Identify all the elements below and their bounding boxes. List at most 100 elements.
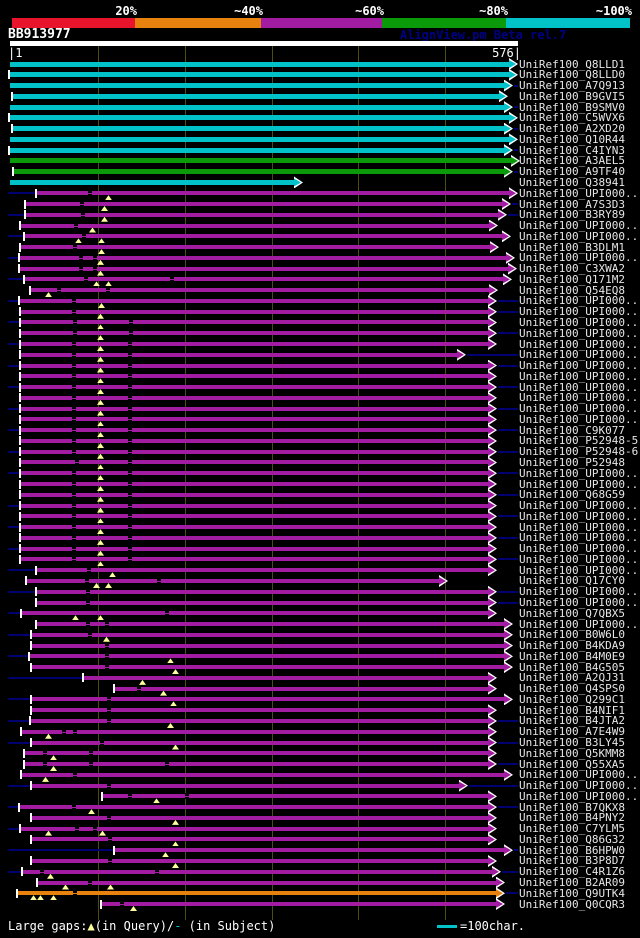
hit-bar[interactable] (21, 385, 489, 390)
hit-start-tick (24, 199, 26, 209)
hit-bar[interactable] (21, 503, 489, 508)
hit-bar[interactable] (21, 535, 489, 540)
hit-bar[interactable] (21, 245, 491, 250)
hit-bar[interactable] (10, 83, 505, 89)
hit-bar[interactable] (32, 858, 489, 863)
hit-trailing-line (508, 213, 518, 216)
hit-bar[interactable] (32, 643, 505, 648)
hit-bar[interactable] (21, 514, 489, 519)
hit-bar[interactable] (21, 482, 489, 487)
hit-bar[interactable] (115, 848, 505, 853)
hit-bar[interactable] (21, 406, 489, 411)
hit-label[interactable]: UniRef100_Q0CQR3 (519, 899, 640, 910)
hit-bar[interactable] (23, 869, 493, 874)
hit-bar[interactable] (25, 234, 503, 239)
query-gap-triangle-icon (162, 852, 169, 858)
hit-bar[interactable] (21, 363, 489, 368)
hit-bar[interactable] (32, 632, 505, 637)
hit-leading-line (8, 698, 32, 701)
hit-start-tick (19, 339, 21, 349)
hit-bar[interactable] (22, 729, 489, 734)
hit-trailing-line (498, 299, 518, 302)
hsp-break-line (72, 344, 76, 346)
hit-bar[interactable] (32, 837, 489, 842)
legend-subject-text: (in Subject) (181, 919, 276, 933)
hit-bar[interactable] (21, 826, 489, 831)
hit-start-tick (19, 490, 21, 500)
hit-bar[interactable] (22, 611, 489, 616)
scale-segment-~60% (261, 18, 382, 28)
hit-bar[interactable] (37, 589, 489, 594)
hit-bar[interactable] (20, 805, 489, 810)
hit-bar[interactable] (26, 212, 499, 217)
hit-bar[interactable] (31, 718, 489, 723)
hit-bar[interactable] (21, 460, 489, 465)
hit-bar[interactable] (21, 525, 489, 530)
hit-bar[interactable] (32, 783, 460, 788)
hsp-break-line (75, 828, 79, 830)
query-gap-triangle-icon (170, 701, 177, 707)
hit-bar[interactable] (26, 202, 503, 206)
hit-bar[interactable] (21, 428, 489, 433)
hit-bar[interactable] (10, 115, 510, 121)
hit-start-tick (11, 91, 13, 101)
hit-bar[interactable] (10, 158, 512, 164)
hit-bar[interactable] (21, 417, 489, 422)
hit-bar[interactable] (37, 191, 510, 196)
hit-bar[interactable] (14, 169, 505, 175)
hit-bar[interactable] (32, 815, 489, 820)
hit-leading-line (8, 719, 31, 722)
hsp-break-line (86, 602, 90, 604)
hsp-break-line (157, 580, 161, 582)
hit-bar[interactable] (21, 223, 490, 228)
hit-bar[interactable] (84, 675, 489, 680)
hit-bar[interactable] (21, 471, 489, 476)
hsp-break-line (73, 731, 77, 733)
hit-bar[interactable] (10, 147, 505, 153)
query-gap-triangle-icon (72, 615, 79, 621)
hit-start-tick (19, 221, 21, 231)
hit-bar[interactable] (13, 126, 505, 132)
hit-bar[interactable] (32, 697, 505, 702)
hit-bar[interactable] (25, 277, 504, 282)
query-gap-triangle-icon (47, 873, 54, 879)
hit-bar[interactable] (13, 93, 500, 99)
hit-bar[interactable] (10, 179, 295, 185)
hit-bar[interactable] (32, 665, 505, 670)
hit-bar[interactable] (30, 654, 505, 659)
hit-trailing-line (498, 515, 518, 518)
hit-bar[interactable] (18, 891, 497, 896)
hit-bar[interactable] (10, 104, 505, 110)
hit-bar[interactable] (10, 61, 510, 67)
hit-bar[interactable] (22, 772, 505, 777)
hit-bar[interactable] (38, 880, 497, 885)
hit-start-tick (30, 694, 32, 704)
hit-bar[interactable] (37, 568, 489, 573)
hit-bar[interactable] (21, 557, 489, 562)
hit-bar[interactable] (25, 762, 489, 767)
hit-bar[interactable] (21, 309, 489, 314)
hsp-break-line (137, 688, 141, 690)
hit-bar[interactable] (31, 288, 490, 293)
hit-bar[interactable] (21, 395, 489, 400)
hit-bar[interactable] (25, 751, 489, 756)
hit-bar[interactable] (10, 136, 510, 142)
hit-bar[interactable] (10, 72, 510, 78)
hit-bar[interactable] (37, 600, 489, 605)
hit-bar[interactable] (21, 374, 489, 379)
hit-bar[interactable] (21, 331, 489, 336)
hit-bar[interactable] (21, 492, 489, 497)
hit-bar[interactable] (21, 438, 489, 443)
hit-bar[interactable] (21, 546, 489, 551)
hit-bar[interactable] (115, 686, 489, 691)
hit-bar[interactable] (21, 449, 489, 454)
hit-bar[interactable] (20, 298, 489, 303)
hit-bar[interactable] (103, 794, 489, 799)
hsp-break-line (84, 279, 88, 281)
hit-bar[interactable] (21, 352, 458, 357)
hit-bar[interactable] (102, 902, 497, 907)
query-gap-triangle-icon (105, 195, 112, 201)
hit-bar[interactable] (21, 320, 489, 325)
hit-bar[interactable] (32, 708, 489, 713)
hit-bar[interactable] (21, 342, 489, 347)
